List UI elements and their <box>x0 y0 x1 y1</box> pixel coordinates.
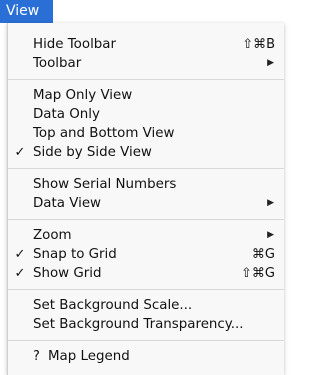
shortcut-snap-to-grid: ⌘G <box>251 247 275 262</box>
menu-item-label: Side by Side View <box>33 145 152 160</box>
menu-item-zoom[interactable]: Zoom ▶ <box>8 226 284 245</box>
checkmark-icon: ✓ <box>14 247 26 262</box>
view-menu: Hide Toolbar ⇧⌘B Toolbar ▶ Map Only View… <box>7 23 284 375</box>
shortcut-show-grid: ⇧⌘G <box>241 266 275 281</box>
menu-item-label: Map Legend <box>48 349 130 364</box>
menu-item-side-by-side-view[interactable]: ✓ Side by Side View <box>8 143 284 162</box>
submenu-arrow-icon: ▶ <box>267 230 274 240</box>
view-menu-title[interactable]: View <box>0 0 54 23</box>
menu-item-top-and-bottom-view[interactable]: Top and Bottom View <box>8 124 284 143</box>
submenu-arrow-icon: ▶ <box>267 58 274 68</box>
checkmark-icon: ✓ <box>14 266 26 281</box>
menu-separator <box>8 219 284 220</box>
menu-item-label: Set Background Scale... <box>33 298 193 313</box>
menu-item-label: Top and Bottom View <box>33 126 175 141</box>
menu-item-label: Set Background Transparency... <box>33 317 244 332</box>
menu-item-map-only-view[interactable]: Map Only View <box>8 86 284 105</box>
menu-item-show-grid[interactable]: ✓ Show Grid ⇧⌘G <box>8 264 284 283</box>
menu-item-label: Snap to Grid <box>33 247 117 262</box>
menu-item-data-only[interactable]: Data Only <box>8 105 284 124</box>
menu-item-label: Toolbar <box>33 56 82 71</box>
menu-item-hide-toolbar[interactable]: Hide Toolbar ⇧⌘B <box>8 35 284 54</box>
help-icon: ? <box>33 349 40 364</box>
menu-item-set-background-scale[interactable]: Set Background Scale... <box>8 296 284 315</box>
menu-item-label: Map Only View <box>33 88 133 103</box>
menu-item-label: Data Only <box>33 107 100 122</box>
shortcut-hide-toolbar: ⇧⌘B <box>242 37 275 52</box>
menu-item-label: Data View <box>33 196 102 211</box>
menu-item-label: Show Serial Numbers <box>33 177 177 192</box>
menu-item-toolbar[interactable]: Toolbar ▶ <box>8 54 284 73</box>
menu-item-map-legend[interactable]: ? Map Legend <box>8 347 284 366</box>
menu-item-set-background-transparency[interactable]: Set Background Transparency... <box>8 315 284 334</box>
menu-separator <box>8 289 284 290</box>
checkmark-icon: ✓ <box>14 145 26 160</box>
menu-separator <box>8 340 284 341</box>
menu-bar: View <box>0 0 287 23</box>
menu-item-data-view[interactable]: Data View ▶ <box>8 194 284 213</box>
menu-separator <box>8 79 284 80</box>
menu-item-snap-to-grid[interactable]: ✓ Snap to Grid ⌘G <box>8 245 284 264</box>
menu-item-label: Hide Toolbar <box>33 37 117 52</box>
submenu-arrow-icon: ▶ <box>267 198 274 208</box>
menu-item-show-serial-numbers[interactable]: Show Serial Numbers <box>8 175 284 194</box>
menu-separator <box>8 168 284 169</box>
menu-item-label: Zoom <box>33 228 72 243</box>
menu-item-label: Show Grid <box>33 266 102 281</box>
